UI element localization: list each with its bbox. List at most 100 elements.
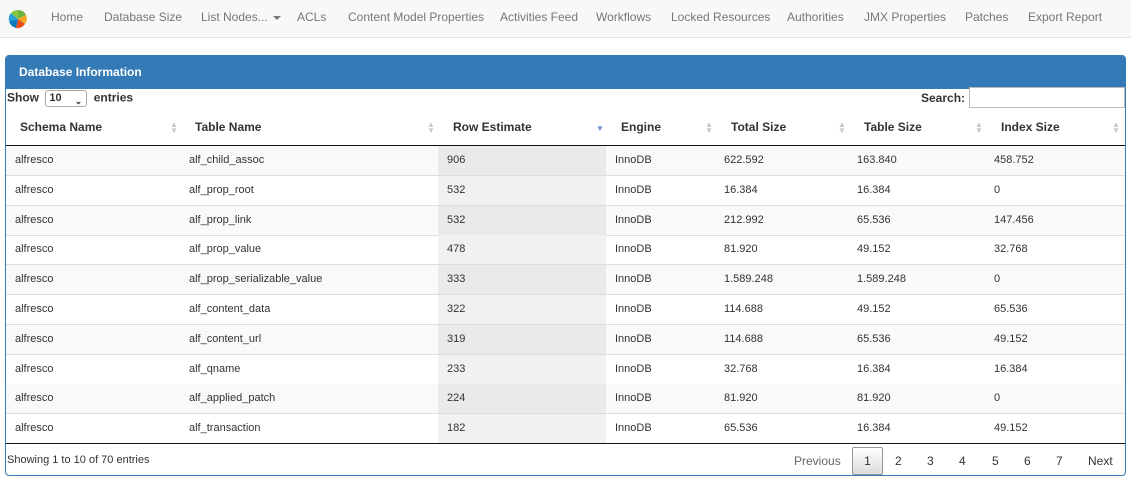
table-row[interactable]: alfresco alf_prop_value 478 InnoDB 81.920 49.… bbox=[6, 235, 1125, 266]
table-row[interactable]: alfresco alf_transaction 182 InnoDB 65.536 16… bbox=[6, 414, 1125, 445]
cell-index-size: 65.536 bbox=[994, 303, 1028, 315]
cell-schema-name: alfresco bbox=[15, 332, 54, 345]
column-header-table-name[interactable]: Table Name bbox=[195, 120, 261, 134]
sort-icon: ▲ ▼ bbox=[838, 120, 846, 135]
cell-total-size: 81.920 bbox=[724, 392, 758, 405]
nav-home[interactable]: Home bbox=[51, 10, 83, 24]
table-row[interactable]: alfresco alf_prop_root 532 InnoDB 16.384 16.3… bbox=[6, 175, 1125, 206]
nav-database-size[interactable]: Database Size bbox=[104, 10, 182, 24]
cell-table-size: 49.152 bbox=[857, 303, 891, 315]
cell-row-estimate: 319 bbox=[447, 332, 466, 345]
table-row[interactable]: alfresco alf_child_assoc 906 InnoDB 622.592 1… bbox=[6, 146, 1125, 176]
page-button-1[interactable]: 1 bbox=[852, 447, 883, 475]
sort-descending-icon: ▼ bbox=[596, 124, 604, 133]
column-header-row-estimate[interactable]: Row Estimate bbox=[453, 120, 532, 134]
nav-export-report[interactable]: Export Report bbox=[1028, 10, 1102, 24]
nav-list-nodes[interactable]: List Nodes... bbox=[201, 10, 281, 24]
caret-down-icon bbox=[272, 15, 281, 20]
cell-engine: InnoDB bbox=[615, 332, 652, 345]
cell-total-size: 81.920 bbox=[724, 243, 758, 256]
nav-jmx-properties[interactable]: JMX Properties bbox=[864, 10, 946, 24]
cell-row-estimate: 224 bbox=[447, 392, 466, 405]
cell-table-name: alf_prop_link bbox=[189, 213, 252, 226]
page-button-3[interactable]: 3 bbox=[927, 454, 934, 468]
table-row[interactable]: alfresco alf_content_url 319 InnoDB 114.688 6… bbox=[6, 324, 1125, 355]
top-navbar: Home Database Size List Nodes... ACLs Co… bbox=[0, 0, 1131, 38]
cell-engine: InnoDB bbox=[615, 154, 652, 166]
cell-total-size: 114.688 bbox=[724, 332, 763, 345]
cell-schema-name: alfresco bbox=[15, 213, 54, 226]
page-button-4[interactable]: 4 bbox=[959, 454, 966, 468]
sort-icon: ▲ ▼ bbox=[170, 120, 178, 135]
column-header-index-size[interactable]: Index Size bbox=[1001, 120, 1060, 134]
cell-index-size: 32.768 bbox=[994, 243, 1028, 256]
table-row[interactable]: alfresco alf_prop_link 532 InnoDB 212.992 65.… bbox=[6, 205, 1125, 236]
cell-row-estimate: 532 bbox=[447, 183, 466, 196]
cell-table-name: alf_content_data bbox=[189, 303, 271, 315]
nav-patches[interactable]: Patches bbox=[965, 10, 1008, 24]
cell-total-size: 65.536 bbox=[724, 422, 758, 435]
nav-content-model-properties[interactable]: Content Model Properties bbox=[348, 10, 484, 24]
chevron-down-icon: ⌄ bbox=[74, 96, 83, 106]
cell-row-estimate: 182 bbox=[447, 422, 466, 435]
nav-activities-feed[interactable]: Activities Feed bbox=[500, 10, 578, 24]
nav-authorities[interactable]: Authorities bbox=[787, 10, 844, 24]
cell-engine: InnoDB bbox=[615, 362, 652, 375]
panel-title: Database Information bbox=[19, 65, 142, 79]
cell-row-estimate: 478 bbox=[447, 243, 466, 256]
cell-index-size: 49.152 bbox=[994, 422, 1028, 435]
column-header-total-size[interactable]: Total Size bbox=[731, 120, 786, 134]
cell-schema-name: alfresco bbox=[15, 303, 54, 315]
page-button-7[interactable]: 7 bbox=[1056, 454, 1063, 468]
cell-table-size: 16.384 bbox=[857, 422, 891, 435]
cell-table-size: 65.536 bbox=[857, 213, 891, 226]
previous-page-button[interactable]: Previous bbox=[794, 454, 841, 468]
cell-row-estimate: 322 bbox=[447, 303, 466, 315]
cell-table-size: 81.920 bbox=[857, 392, 891, 405]
cell-total-size: 32.768 bbox=[724, 362, 758, 375]
table-row[interactable]: alfresco alf_applied_patch 224 InnoDB 81.920… bbox=[6, 384, 1125, 415]
database-information-panel: Database Information Show 10 ⌄ entries Se… bbox=[5, 55, 1126, 476]
panel-heading: Database Information bbox=[6, 56, 1125, 89]
cell-index-size: 147.456 bbox=[994, 213, 1034, 226]
page-length-select[interactable]: 10 ⌄ bbox=[45, 90, 88, 107]
cell-table-name: alf_prop_root bbox=[189, 183, 254, 196]
page-button-5[interactable]: 5 bbox=[992, 454, 999, 468]
cell-table-size: 49.152 bbox=[857, 243, 891, 256]
cell-table-name: alf_applied_patch bbox=[189, 392, 276, 405]
search-label: Search: bbox=[921, 91, 966, 105]
cell-engine: InnoDB bbox=[615, 273, 652, 286]
table-row[interactable]: alfresco alf_qname 233 InnoDB 32.768 16.384 16… bbox=[6, 354, 1125, 385]
column-header-engine[interactable]: Engine bbox=[621, 120, 661, 134]
table-row[interactable]: alfresco alf_prop_serializable_value 333 In… bbox=[6, 265, 1125, 296]
cell-table-name: alf_prop_value bbox=[189, 243, 262, 256]
cell-table-size: 1.589.248 bbox=[857, 273, 906, 286]
nav-locked-resources[interactable]: Locked Resources bbox=[671, 10, 770, 24]
cell-row-estimate: 906 bbox=[447, 154, 466, 166]
nav-workflows[interactable]: Workflows bbox=[596, 10, 651, 24]
cell-total-size: 622.592 bbox=[724, 154, 764, 166]
next-page-button[interactable]: Next bbox=[1088, 454, 1113, 468]
page-length-control: Show 10 ⌄ entries bbox=[7, 90, 133, 107]
cell-table-name: alf_qname bbox=[189, 362, 241, 375]
nav-acls[interactable]: ACLs bbox=[297, 10, 326, 24]
table-info: Showing 1 to 10 of 70 entries bbox=[7, 454, 150, 466]
cell-schema-name: alfresco bbox=[15, 392, 54, 405]
page-button-6[interactable]: 6 bbox=[1024, 454, 1031, 468]
column-header-schema-name[interactable]: Schema Name bbox=[20, 120, 102, 134]
alfresco-logo-icon[interactable] bbox=[8, 9, 28, 29]
cell-table-size: 16.384 bbox=[857, 183, 891, 196]
cell-row-estimate: 233 bbox=[447, 362, 466, 375]
search-input[interactable] bbox=[969, 87, 1125, 108]
column-header-table-size[interactable]: Table Size bbox=[864, 120, 922, 134]
cell-engine: InnoDB bbox=[615, 243, 652, 256]
cell-table-size: 163.840 bbox=[857, 154, 897, 166]
cell-schema-name: alfresco bbox=[15, 243, 54, 256]
sort-icon: ▲ ▼ bbox=[705, 120, 713, 135]
page-button-2[interactable]: 2 bbox=[895, 454, 902, 468]
cell-engine: InnoDB bbox=[615, 392, 652, 405]
sort-icon: ▲ ▼ bbox=[975, 120, 983, 135]
cell-total-size: 212.992 bbox=[724, 213, 764, 226]
table-row[interactable]: alfresco alf_content_data 322 InnoDB 114.688… bbox=[6, 295, 1125, 325]
cell-schema-name: alfresco bbox=[15, 273, 54, 286]
